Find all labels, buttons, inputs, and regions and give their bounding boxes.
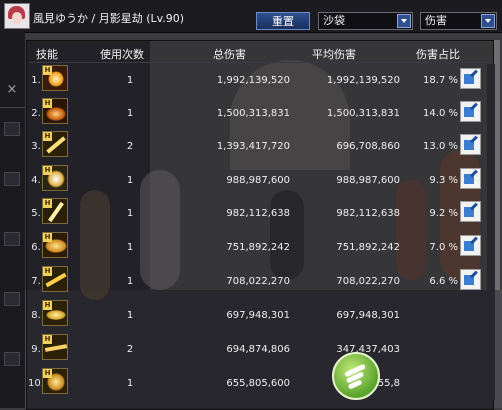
share-icon[interactable] xyxy=(460,201,481,222)
share-icon[interactable] xyxy=(460,101,481,122)
avg-damage: 1,992,139,520 xyxy=(326,75,400,86)
skill-icon: H xyxy=(42,98,68,124)
skill-badge: H xyxy=(43,301,52,310)
table-row: 4. H 1 988,987,600 988,987,600 9.3 % xyxy=(28,164,488,195)
damage-share: 14.0 % xyxy=(423,108,458,119)
share-icon[interactable] xyxy=(460,134,481,155)
close-icon[interactable]: × xyxy=(4,82,20,98)
uses-count: 1 xyxy=(126,378,134,389)
chevron-down-icon xyxy=(397,14,411,28)
table-row: 3. H 2 1,393,417,720 696,708,860 13.0 % xyxy=(28,130,488,161)
skill-icon: H xyxy=(42,131,68,157)
uses-count: 2 xyxy=(126,141,134,152)
target-select-value: 沙袋 xyxy=(323,14,345,27)
sidebar-item[interactable] xyxy=(4,232,20,246)
table-row: 5. H 1 982,112,638 982,112,638 9.2 % xyxy=(28,197,488,228)
total-damage: 697,948,301 xyxy=(226,310,290,321)
col-skill: 技能 xyxy=(36,48,58,61)
uses-count: 2 xyxy=(126,344,134,355)
uses-count: 1 xyxy=(126,310,134,321)
total-damage: 655,805,600 xyxy=(226,378,290,389)
damage-share: 18.7 % xyxy=(423,75,458,86)
skill-badge: H xyxy=(43,66,52,75)
table-row: 2. H 1 1,500,313,831 1,500,313,831 14.0 … xyxy=(28,97,488,128)
avg-damage: 697,948,301 xyxy=(336,310,400,321)
table-row: 9. H 2 694,874,806 347,437,403 xyxy=(28,333,488,364)
damage-share: 6.6 % xyxy=(429,276,458,287)
damage-share: 9.3 % xyxy=(429,175,458,186)
metric-select-value: 伤害 xyxy=(425,14,447,27)
uses-count: 1 xyxy=(126,75,134,86)
damage-share: 9.2 % xyxy=(429,208,458,219)
total-damage: 708,022,270 xyxy=(226,276,290,287)
skill-icon: H xyxy=(42,198,68,224)
skill-badge: H xyxy=(43,99,52,108)
share-icon[interactable] xyxy=(460,68,481,89)
share-icon[interactable] xyxy=(460,168,481,189)
uses-count: 1 xyxy=(126,276,134,287)
skill-icon: H xyxy=(42,300,68,326)
share-icon[interactable] xyxy=(460,235,481,256)
total-damage: 1,992,139,520 xyxy=(216,75,290,86)
sidebar-item[interactable] xyxy=(4,292,20,306)
chevron-down-icon xyxy=(481,14,495,28)
skill-icon: H xyxy=(42,65,68,91)
skill-badge: H xyxy=(43,233,52,242)
col-avg-damage: 平均伤害 xyxy=(312,48,356,61)
target-select[interactable]: 沙袋 xyxy=(318,12,413,30)
avg-damage: 696,708,860 xyxy=(336,141,400,152)
avg-damage: 751,892,242 xyxy=(336,242,400,253)
total-damage: 1,500,313,831 xyxy=(216,108,290,119)
total-damage: 1,393,417,720 xyxy=(216,141,290,152)
sidebar-item[interactable] xyxy=(4,122,20,136)
total-damage: 982,112,638 xyxy=(226,208,290,219)
total-damage: 751,892,242 xyxy=(226,242,290,253)
watermark-logo xyxy=(332,352,380,400)
skill-icon: H xyxy=(42,334,68,360)
uses-count: 1 xyxy=(126,108,134,119)
table-row: 10. H 1 655,805,600 655,8 xyxy=(28,367,488,398)
share-icon[interactable] xyxy=(460,269,481,290)
col-total-damage: 总伤害 xyxy=(213,48,246,61)
uses-count: 1 xyxy=(126,208,134,219)
top-bar: 風見ゆうか / 月影星劫 (Lv.90) 重置 沙袋 伤害 xyxy=(0,0,502,33)
damage-share: 13.0 % xyxy=(423,141,458,152)
character-name: 風見ゆうか / 月影星劫 (Lv.90) xyxy=(33,12,185,25)
metric-select[interactable]: 伤害 xyxy=(420,12,497,30)
skill-badge: H xyxy=(43,369,52,378)
avg-damage: 988,987,600 xyxy=(336,175,400,186)
skill-badge: H xyxy=(43,132,52,141)
avg-damage: 982,112,638 xyxy=(336,208,400,219)
total-damage: 988,987,600 xyxy=(226,175,290,186)
table-row: 7. H 1 708,022,270 708,022,270 6.6 % xyxy=(28,265,488,296)
sidebar-item[interactable] xyxy=(4,352,20,366)
skill-badge: H xyxy=(43,267,52,276)
col-uses: 使用次数 xyxy=(100,48,144,61)
scrollbar[interactable] xyxy=(487,64,495,400)
uses-count: 1 xyxy=(126,242,134,253)
skill-badge: H xyxy=(43,199,52,208)
skill-icon: H xyxy=(42,232,68,258)
table-row: 8. H 1 697,948,301 697,948,301 xyxy=(28,299,488,330)
avatar xyxy=(4,3,30,29)
uses-count: 1 xyxy=(126,175,134,186)
table-row: 1. H 1 1,992,139,520 1,992,139,520 18.7 … xyxy=(28,64,488,95)
skill-badge: H xyxy=(43,166,52,175)
skill-icon: H xyxy=(42,368,68,394)
avg-damage: 708,022,270 xyxy=(336,276,400,287)
reset-button[interactable]: 重置 xyxy=(256,12,310,30)
avg-damage: 1,500,313,831 xyxy=(326,108,400,119)
col-damage-share: 伤害占比 xyxy=(416,48,460,61)
total-damage: 694,874,806 xyxy=(226,344,290,355)
skill-badge: H xyxy=(43,335,52,344)
sidebar-item[interactable] xyxy=(4,172,20,186)
skill-icon: H xyxy=(42,165,68,191)
table-row: 6. H 1 751,892,242 751,892,242 7.0 % xyxy=(28,231,488,262)
left-sidebar: × xyxy=(0,32,25,408)
damage-share: 7.0 % xyxy=(429,242,458,253)
skill-icon: H xyxy=(42,266,68,292)
